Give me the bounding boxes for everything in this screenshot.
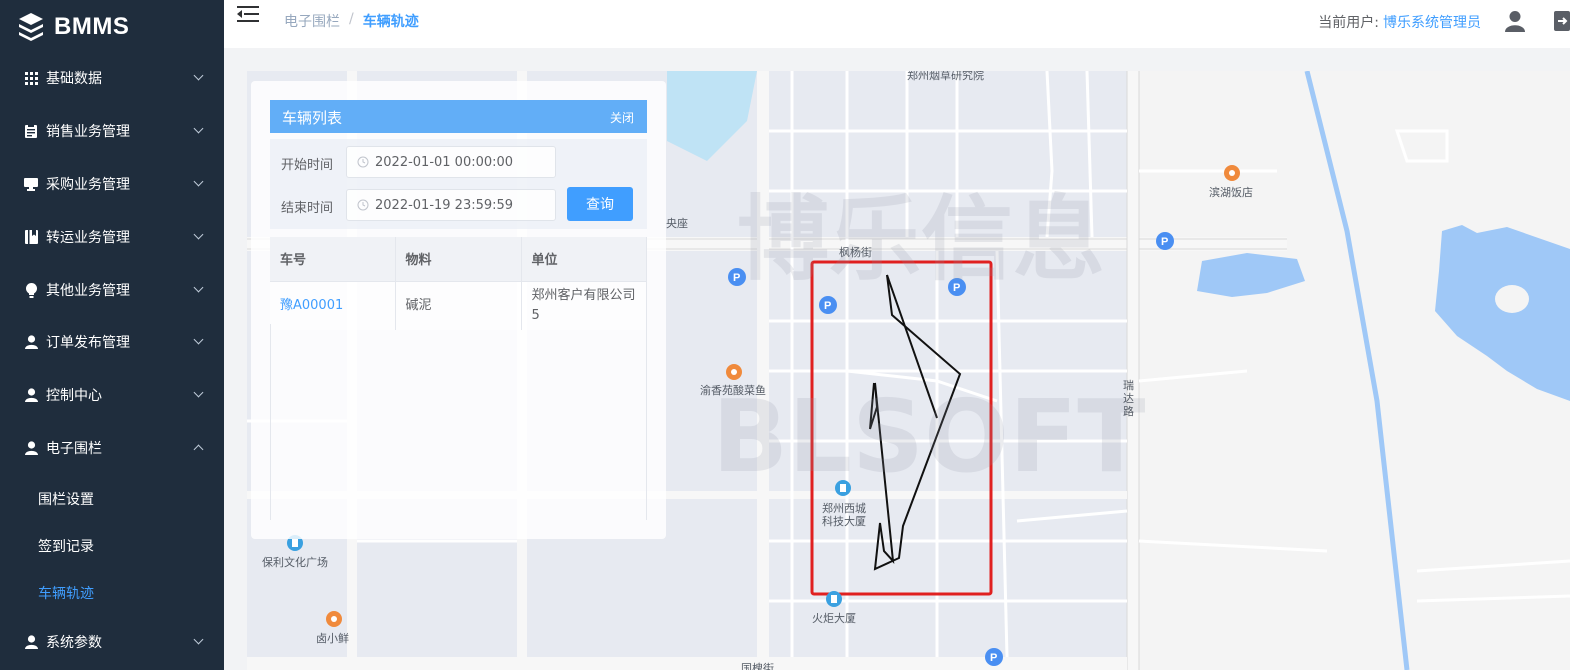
map-label-yuxiang: 渝香苑酸菜鱼 xyxy=(700,384,766,397)
panel-header: 车辆列表 关闭 xyxy=(270,100,647,133)
app-title: BMMS xyxy=(54,13,130,40)
current-user: 当前用户: 博乐系统管理员 xyxy=(1318,12,1481,32)
col-header-material[interactable]: 物料 xyxy=(395,237,522,281)
brand[interactable]: BMMS xyxy=(18,10,129,44)
chevron-down-icon xyxy=(193,229,204,240)
map-label-fengyang: 枫杨街 xyxy=(839,246,872,259)
menu-transfer[interactable]: 转运业务管理 xyxy=(0,217,224,257)
menu-label: 其他业务管理 xyxy=(46,283,130,299)
menu-basic-data[interactable]: 基础数据 xyxy=(0,58,224,98)
map-label-baoli: 保利文化广场 xyxy=(262,556,328,569)
chevron-up-icon xyxy=(193,444,204,455)
watermark-cn: 博乐信息 xyxy=(737,186,1105,293)
cell-company: 郑州客户有限公司5 xyxy=(521,280,647,330)
menu-label: 转运业务管理 xyxy=(46,230,130,246)
vehicle-list-panel: 车辆列表 关闭 开始时间 2022-01-01 00:00:00 结束时间 20… xyxy=(251,81,666,539)
top-header: 电子围栏 / 车辆轨迹 当前用户: 博乐系统管理员 xyxy=(224,0,1570,48)
svg-text:P: P xyxy=(1161,236,1168,248)
map-label-yangyan: 央座 xyxy=(666,217,688,230)
chevron-down-icon xyxy=(193,334,204,345)
chevron-down-icon xyxy=(193,123,204,134)
chevron-down-icon xyxy=(193,176,204,187)
map-label-xicheng-2: 科技大厦 xyxy=(822,515,866,528)
map-label-luxiaoxian: 卤小鲜 xyxy=(316,632,349,645)
monitor-icon xyxy=(24,177,38,191)
clock-icon xyxy=(357,156,369,168)
clipboard-icon xyxy=(24,124,38,138)
submenu-vehicle-track[interactable]: 车辆轨迹 xyxy=(0,573,224,613)
map-label-huoju: 火炬大厦 xyxy=(812,612,856,625)
table-row[interactable]: 豫A00001 碱泥 郑州客户有限公司5 xyxy=(270,280,647,330)
svg-text:P: P xyxy=(990,652,997,664)
user-icon xyxy=(24,388,38,402)
table-empty-area xyxy=(270,324,647,520)
col-header-plate[interactable]: 车号 xyxy=(270,237,396,281)
menu-label: 基础数据 xyxy=(46,71,102,87)
menu-system-params[interactable]: 系统参数 xyxy=(0,622,224,662)
panel-title: 车辆列表 xyxy=(282,109,343,127)
sidebar: BMMS 基础数据 销售业务管理 采购业务管理 转运业务管理 其他业务管理 订单… xyxy=(0,0,224,670)
menu-label: 订单发布管理 xyxy=(46,335,130,351)
user-icon xyxy=(24,335,38,349)
svg-text:P: P xyxy=(824,300,831,312)
vehicle-table: 车号 物料 单位 豫A00001 碱泥 郑州客户有限公司5 xyxy=(270,237,647,330)
building-icon[interactable] xyxy=(826,591,842,607)
end-time-input[interactable]: 2022-01-19 23:59:59 xyxy=(346,189,556,221)
submenu-fence-settings[interactable]: 围栏设置 xyxy=(0,479,224,519)
map-label-guohuai: 国槐街 xyxy=(741,662,774,670)
close-button[interactable]: 关闭 xyxy=(610,109,634,126)
menu-label: 采购业务管理 xyxy=(46,177,130,193)
menu-other[interactable]: 其他业务管理 xyxy=(0,270,224,310)
layers-logo-icon xyxy=(19,13,43,41)
map-label-ruida-3: 路 xyxy=(1123,405,1134,418)
parking-icon[interactable]: P xyxy=(1156,232,1174,250)
menu-geofence[interactable]: 电子围栏 xyxy=(0,428,224,468)
menu-purchase[interactable]: 采购业务管理 xyxy=(0,164,224,204)
user-icon xyxy=(24,635,38,649)
breadcrumb-item-geofence[interactable]: 电子围栏 xyxy=(284,11,340,31)
menu-sales[interactable]: 销售业务管理 xyxy=(0,111,224,151)
parking-icon[interactable]: P xyxy=(985,648,1003,666)
col-header-company[interactable]: 单位 xyxy=(521,237,647,281)
clock-icon xyxy=(357,199,369,211)
start-time-input[interactable]: 2022-01-01 00:00:00 xyxy=(346,146,556,178)
breadcrumb: 电子围栏 / 车辆轨迹 xyxy=(284,11,419,31)
query-button[interactable]: 查询 xyxy=(567,187,633,221)
search-form: 开始时间 2022-01-01 00:00:00 结束时间 2022-01-19… xyxy=(270,139,647,229)
book-icon xyxy=(24,230,38,244)
chevron-down-icon xyxy=(193,634,204,645)
menu-label: 销售业务管理 xyxy=(46,124,130,140)
parking-icon[interactable]: P xyxy=(819,296,837,314)
cell-plate[interactable]: 豫A00001 xyxy=(270,280,396,330)
menu-label: 电子围栏 xyxy=(46,441,102,457)
watermark-en: BLSOFT xyxy=(712,378,1146,495)
grid-icon xyxy=(24,71,38,85)
restaurant-icon[interactable] xyxy=(326,611,342,627)
submenu-checkin-records[interactable]: 签到记录 xyxy=(0,526,224,566)
chevron-down-icon xyxy=(193,387,204,398)
breadcrumb-item-current: 车辆轨迹 xyxy=(362,14,419,30)
menu-label: 系统参数 xyxy=(46,635,102,651)
map-label-binhu: 滨湖饭店 xyxy=(1209,186,1253,199)
map-label-research: 郑州烟草研究院 xyxy=(907,71,984,82)
menu-fold-icon[interactable] xyxy=(237,6,259,24)
chevron-down-icon xyxy=(193,282,204,293)
current-user-label: 当前用户: xyxy=(1318,15,1379,31)
user-profile-icon[interactable] xyxy=(1504,10,1526,32)
chevron-down-icon xyxy=(193,70,204,81)
end-time-label: 结束时间 xyxy=(281,201,334,216)
restaurant-icon[interactable] xyxy=(1224,165,1240,181)
current-user-name[interactable]: 博乐系统管理员 xyxy=(1383,15,1481,31)
start-time-value: 2022-01-01 00:00:00 xyxy=(375,154,514,170)
menu-control-center[interactable]: 控制中心 xyxy=(0,375,224,415)
start-time-label: 开始时间 xyxy=(281,158,334,173)
breadcrumb-separator: / xyxy=(349,11,354,27)
menu-orders[interactable]: 订单发布管理 xyxy=(0,322,224,362)
logout-icon[interactable] xyxy=(1552,10,1570,32)
user-icon xyxy=(24,441,38,455)
bulb-icon xyxy=(24,282,38,298)
end-time-value: 2022-01-19 23:59:59 xyxy=(375,197,514,213)
cell-material: 碱泥 xyxy=(395,280,522,330)
menu-label: 控制中心 xyxy=(46,388,102,404)
